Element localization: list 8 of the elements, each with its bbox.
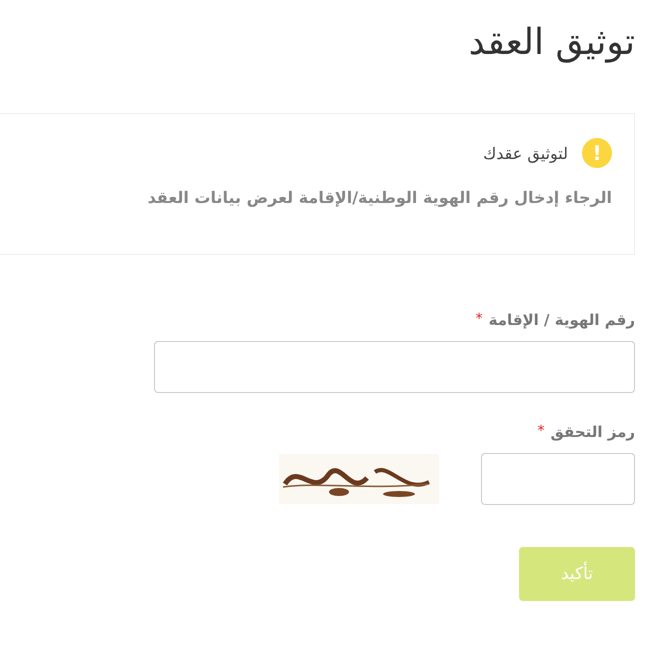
field-label: رقم الهوية / الإقامة: [488, 311, 635, 329]
alert-message: الرجاء إدخال رقم الهوية الوطنية/الإقامة لعرض بيانات العقد: [148, 188, 612, 207]
warning-icon: !: [582, 138, 612, 168]
required-mark: *: [476, 311, 483, 329]
required-mark: *: [538, 423, 544, 441]
alert-heading: لتوثيق عقدك: [483, 144, 568, 162]
page-title: توثيق العقد: [468, 22, 635, 63]
field-label: رمز التحقق: [550, 423, 635, 441]
